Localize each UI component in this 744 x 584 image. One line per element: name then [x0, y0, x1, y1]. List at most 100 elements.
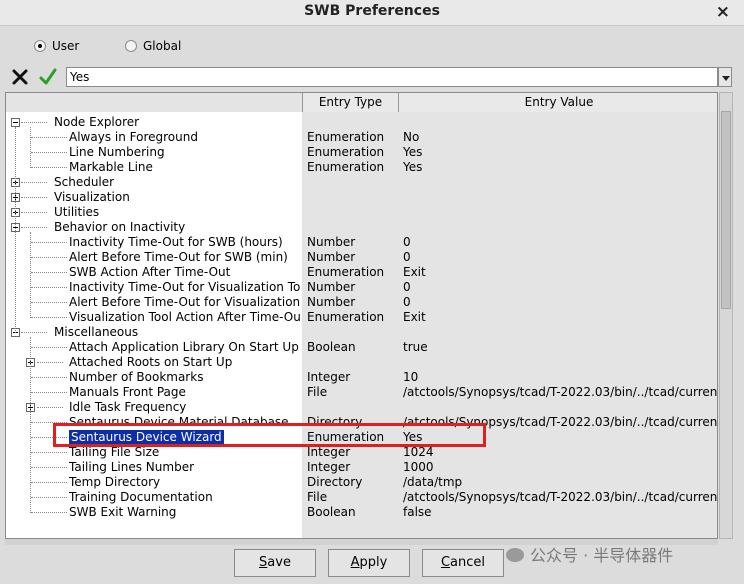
tree-connector [31, 272, 67, 273]
tree-row-markable-line[interactable]: Markable Line Enumeration Yes [6, 160, 717, 175]
tree-row-attached-roots-on-start-up[interactable]: Attached Roots on Start Up [6, 355, 717, 370]
tree-row-label: Manuals Front Page [69, 385, 186, 399]
entry-value-cell[interactable] [398, 325, 717, 340]
tree-row-sentaurus-device-wizard[interactable]: Sentaurus Device Wizard Enumeration Yes [6, 430, 717, 445]
tree-row-label: Visualization Tool Action After Time-Out [69, 310, 301, 324]
column-header-entry-value[interactable]: Entry Value [398, 93, 717, 112]
tree-row-behavior-on-inactivity[interactable]: Behavior on Inactivity [6, 220, 717, 235]
tree-row-attach-application-library-on-start-up[interactable]: Attach Application Library On Start Up Bo… [6, 340, 717, 355]
tree-row-scheduler[interactable]: Scheduler [6, 175, 717, 190]
entry-value-cell[interactable] [398, 205, 717, 220]
cancel-button[interactable]: Cancel [422, 549, 504, 577]
tree-row-number-of-bookmarks[interactable]: Number of Bookmarks Integer 10 [6, 370, 717, 385]
entry-value-cell[interactable]: /data/tmp [398, 475, 717, 490]
save-button[interactable]: Save [234, 549, 316, 577]
entry-value-cell[interactable] [398, 400, 717, 415]
wechat-icon [506, 548, 524, 562]
tree-row-swb-exit-warning[interactable]: SWB Exit Warning Boolean false [6, 505, 717, 520]
column-header-name [6, 93, 302, 112]
entry-value-cell[interactable] [398, 115, 717, 130]
global-radio-label: Global [143, 39, 182, 53]
entry-value-cell[interactable]: 10 [398, 370, 717, 385]
entry-value-cell[interactable]: 1024 [398, 445, 717, 460]
tree-row-label: Number of Bookmarks [69, 370, 204, 384]
tree-row-always-in-foreground[interactable]: Always in Foreground Enumeration No [6, 130, 717, 145]
tree-row-temp-directory[interactable]: Temp Directory Directory/data/tmp [6, 475, 717, 490]
column-header: Entry Type Entry Value [6, 93, 717, 112]
tree-row-inactivity-time-out-for-visualization-tools[interactable]: Inactivity Time-Out for Visualization To… [6, 280, 717, 295]
tree-row-alert-before-time-out-for-visualization-to[interactable]: Alert Before Time-Out for Visualization … [6, 295, 717, 310]
collapse-icon[interactable] [11, 118, 20, 127]
cancel-edit-icon[interactable] [10, 67, 30, 87]
tree-row-tailing-file-size[interactable]: Tailing File Size Integer 1024 [6, 445, 717, 460]
tree-row-label: Always in Foreground [69, 130, 198, 144]
tree-row-node-explorer[interactable]: Node Explorer [6, 115, 717, 130]
radio-selected-icon [34, 40, 46, 52]
tree-row-swb-action-after-time-out[interactable]: SWB Action After Time-Out Enumeration Exit [6, 265, 717, 280]
entry-value-cell[interactable]: Yes [398, 430, 717, 445]
entry-value-cell[interactable]: 0 [398, 280, 717, 295]
entry-value-cell[interactable]: Yes [398, 145, 717, 160]
tree-row-alert-before-time-out-for-swb-min[interactable]: Alert Before Time-Out for SWB (min) Numbe… [6, 250, 717, 265]
tree-row-training-documentation[interactable]: Training Documentation File/atctools/Syno… [6, 490, 717, 505]
entry-value-cell[interactable]: No [398, 130, 717, 145]
entry-type-cell: File [307, 490, 328, 504]
tree-row-label: Idle Task Frequency [69, 400, 187, 414]
entry-value-cell[interactable] [398, 190, 717, 205]
tree-row-manuals-front-page[interactable]: Manuals Front Page File/atctools/Synopsys… [6, 385, 717, 400]
value-dropdown-button[interactable] [718, 67, 732, 87]
tree-row-miscellaneous[interactable]: Miscellaneous [6, 325, 717, 340]
tree-connector [21, 122, 47, 123]
confirm-edit-icon[interactable] [38, 67, 58, 87]
entry-type-cell [302, 115, 398, 130]
watermark: 公众号 · 半导体器件 [506, 542, 673, 566]
scrollbar-thumb[interactable] [721, 111, 731, 309]
user-radio[interactable]: User [34, 39, 79, 53]
tree-connector [21, 197, 47, 198]
tree-row-label: Alert Before Time-Out for Visualization … [69, 295, 301, 309]
entry-value-cell[interactable]: 1000 [398, 460, 717, 475]
preferences-tree-table[interactable]: Entry Type Entry Value Node Explorer Alwa… [5, 92, 718, 539]
tree-row-label: SWB Action After Time-Out [69, 265, 231, 279]
tree-connector [31, 287, 67, 288]
entry-value-cell[interactable]: /atctools/Synopsys/tcad/T-2022.03/bin/..… [398, 490, 717, 505]
tree-row-label: Attached Roots on Start Up [69, 355, 233, 369]
entry-value-cell[interactable]: /atctools/Synopsys/tcad/T-2022.03/bin/..… [398, 385, 717, 400]
tree-connector [21, 332, 47, 333]
column-header-entry-type[interactable]: Entry Type [302, 93, 398, 112]
entry-value-cell[interactable]: true [398, 340, 717, 355]
entry-value-cell[interactable]: false [398, 505, 717, 520]
entry-value-cell[interactable]: /atctools/Synopsys/tcad/T-2022.03/bin/..… [398, 415, 717, 430]
global-radio[interactable]: Global [125, 39, 181, 53]
apply-button[interactable]: Apply [328, 549, 410, 577]
entry-value-cell[interactable] [398, 220, 717, 235]
tree-guide-line [30, 232, 31, 318]
tree-row-idle-task-frequency[interactable]: Idle Task Frequency [6, 400, 717, 415]
tree-row-tailing-lines-number[interactable]: Tailing Lines Number Integer 1000 [6, 460, 717, 475]
entry-value-cell[interactable]: Yes [398, 160, 717, 175]
vertical-scrollbar[interactable] [719, 92, 733, 539]
entry-value-cell[interactable]: 0 [398, 250, 717, 265]
entry-value-cell[interactable] [398, 175, 717, 190]
tree-row-label: Line Numbering [69, 145, 165, 159]
entry-value-cell[interactable] [398, 355, 717, 370]
tree-row-sentaurus-device-material-database[interactable]: Sentaurus Device Material Database Direct… [6, 415, 717, 430]
tree-row-utilities[interactable]: Utilities [6, 205, 717, 220]
tree-row-visualization[interactable]: Visualization [6, 190, 717, 205]
entry-type-cell: Boolean [307, 505, 356, 519]
entry-value-cell[interactable]: Exit [398, 265, 717, 280]
entry-value-input[interactable] [66, 67, 718, 87]
entry-type-cell [302, 325, 398, 340]
tree-row-visualization-tool-action-after-time-out[interactable]: Visualization Tool Action After Time-Out… [6, 310, 717, 325]
tree-row-line-numbering[interactable]: Line Numbering Enumeration Yes [6, 145, 717, 160]
entry-value-cell[interactable]: 0 [398, 295, 717, 310]
entry-type-cell: Enumeration [307, 265, 385, 279]
entry-type-cell: Integer [307, 460, 351, 474]
tree-row-inactivity-time-out-for-swb-hours[interactable]: Inactivity Time-Out for SWB (hours) Numbe… [6, 235, 717, 250]
tree-connector [31, 302, 67, 303]
tree-row-label: Visualization [54, 190, 130, 204]
entry-value-cell[interactable]: Exit [398, 310, 717, 325]
entry-type-cell: Number [307, 235, 356, 249]
close-icon[interactable]: × [716, 2, 730, 22]
entry-value-cell[interactable]: 0 [398, 235, 717, 250]
